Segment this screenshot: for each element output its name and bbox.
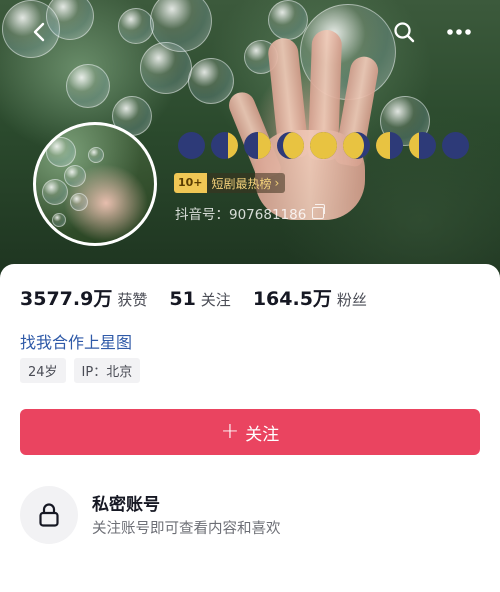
followers-label: 粉丝 (336, 291, 367, 309)
account-id-value: 907681186 (229, 207, 307, 223)
cooperation-link[interactable]: 找我合作上星图 (20, 329, 132, 353)
bubble-decoration (118, 8, 154, 44)
private-account-notice: 私密账号 关注账号即可查看内容和喜欢 (20, 486, 480, 546)
bubble-decoration (140, 42, 192, 94)
full-moon-icon (310, 132, 337, 159)
first-quarter-icon (244, 132, 271, 159)
follow-button-label: 关注 (245, 424, 280, 445)
new-moon-2-icon (442, 132, 469, 159)
follow-button[interactable]: + 关注 (20, 409, 480, 455)
private-account-subtitle: 关注账号即可查看内容和喜欢 (92, 521, 281, 537)
back-icon[interactable] (24, 16, 56, 48)
account-id-label: 抖音号： (175, 207, 229, 223)
likes-count: 3577.9万 (20, 288, 113, 310)
followers-count: 164.5万 (252, 288, 332, 310)
plus-icon: + (220, 419, 240, 444)
followers-stat[interactable]: 164.5万 粉丝 (253, 284, 367, 311)
moon-phase-row (178, 132, 469, 160)
waxing-crescent-icon (211, 132, 238, 159)
profile-banner: 10+ 短剧最热榜 › 抖音号：907681186 (0, 0, 500, 282)
following-label: 关注 (200, 291, 231, 309)
bubble-decoration (66, 64, 110, 108)
likes-label: 获赞 (117, 291, 148, 309)
avatar[interactable] (33, 122, 157, 246)
rank-label: 短剧最热榜 (211, 176, 272, 191)
rank-badge[interactable]: 10+ 短剧最热榜 › (174, 173, 286, 193)
likes-stat: 3577.9万 获赞 (20, 284, 147, 311)
copy-icon[interactable] (312, 204, 326, 219)
new-moon-icon (178, 132, 205, 159)
more-icon[interactable] (443, 16, 475, 48)
rank-number: 10+ (174, 173, 207, 193)
search-icon[interactable] (388, 16, 420, 48)
age-tag: 24岁 (20, 358, 66, 383)
following-stat[interactable]: 51 关注 (169, 288, 230, 310)
profile-card: 3577.9万 获赞 51 关注 164.5万 粉丝 找我合作上星图 24岁 I… (0, 264, 500, 592)
profile-tags: 24岁 IP：北京 (20, 358, 141, 383)
following-count: 51 (169, 288, 196, 310)
ip-location-tag: IP：北京 (73, 358, 141, 383)
waning-crescent-icon (409, 132, 436, 159)
waning-gibbous-icon (343, 132, 370, 159)
lock-icon (39, 503, 59, 527)
stats-row: 3577.9万 获赞 51 关注 164.5万 粉丝 (20, 284, 389, 311)
chevron-right-icon: › (274, 176, 280, 190)
account-id: 抖音号：907681186 (175, 203, 326, 223)
lock-icon-container (20, 486, 78, 544)
private-account-title: 私密账号 (92, 495, 160, 515)
hand-decoration (215, 20, 405, 230)
last-quarter-icon (376, 132, 403, 159)
waxing-gibbous-icon (277, 132, 304, 159)
